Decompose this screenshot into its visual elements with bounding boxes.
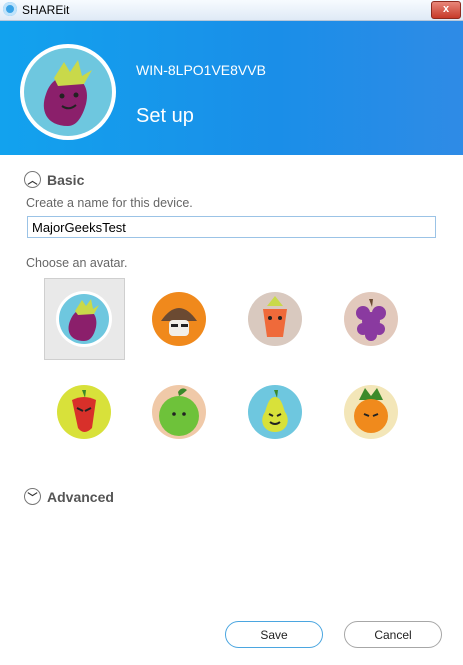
cancel-button[interactable]: Cancel <box>344 621 442 648</box>
advanced-section-toggle[interactable]: ﹀ Advanced <box>24 488 114 505</box>
avatar-eggplant[interactable] <box>56 291 112 347</box>
name-prompt: Create a name for this device. <box>26 196 193 210</box>
avatar-grape[interactable] <box>343 291 399 347</box>
avatar-pepper[interactable] <box>56 384 112 440</box>
basic-section-label: Basic <box>47 171 85 188</box>
avatar-carrot[interactable] <box>247 291 303 347</box>
device-name: WIN-8LPO1VE8VVB <box>136 62 266 78</box>
close-button[interactable]: x <box>431 1 461 19</box>
eggplant-icon <box>56 291 112 347</box>
pear-icon <box>248 385 302 439</box>
basic-section-toggle[interactable]: ︿ Basic <box>24 171 84 188</box>
window-title: SHAREit <box>22 3 70 17</box>
eggplant-icon <box>24 48 112 136</box>
save-button[interactable]: Save <box>225 621 323 648</box>
avatar-prompt: Choose an avatar. <box>26 256 128 270</box>
avatar-pineapple[interactable] <box>343 384 399 440</box>
title-bar: SHAREit x <box>0 0 463 21</box>
pineapple-icon <box>344 385 398 439</box>
chevron-down-icon: ﹀ <box>24 488 41 505</box>
chevron-up-icon: ︿ <box>24 171 41 188</box>
mushroom-icon <box>152 292 206 346</box>
apple-icon <box>152 385 206 439</box>
device-name-input[interactable] <box>27 216 436 238</box>
header-avatar[interactable] <box>20 44 116 140</box>
pepper-icon <box>57 385 111 439</box>
carrot-icon <box>248 292 302 346</box>
advanced-section-label: Advanced <box>47 488 114 505</box>
avatar-apple[interactable] <box>151 384 207 440</box>
grape-icon <box>344 292 398 346</box>
page-title: Set up <box>136 105 194 127</box>
shareit-app-icon <box>3 2 17 16</box>
profile-header: WIN-8LPO1VE8VVB Set up <box>0 21 463 155</box>
avatar-mushroom[interactable] <box>151 291 207 347</box>
avatar-pear[interactable] <box>247 384 303 440</box>
